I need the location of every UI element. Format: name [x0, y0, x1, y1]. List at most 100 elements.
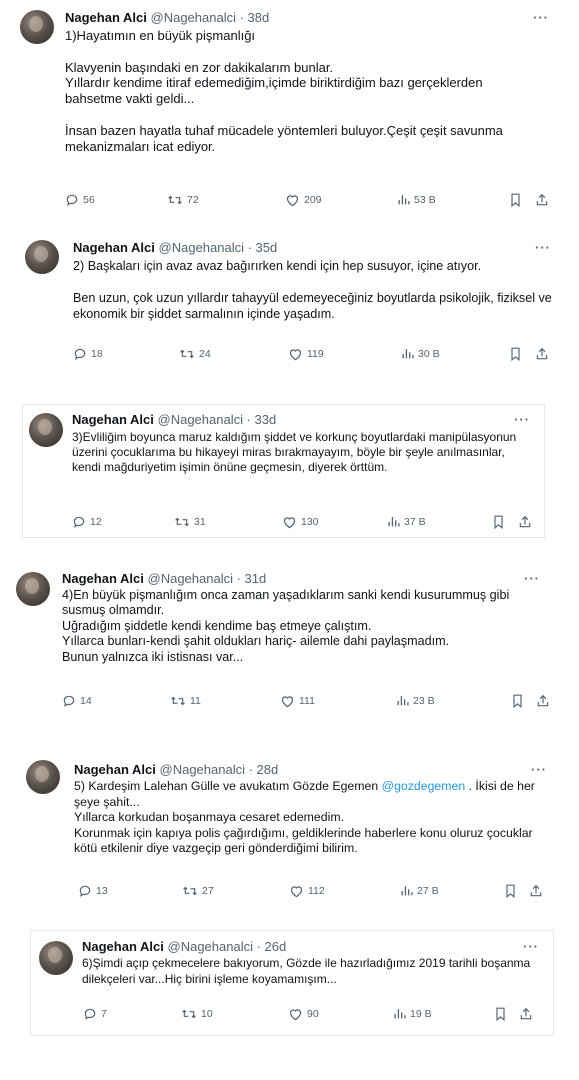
reply-button[interactable]: 7 [83, 1007, 107, 1021]
author-name[interactable]: Nagehan Alci [72, 412, 154, 427]
avatar[interactable] [39, 941, 73, 975]
more-options-icon[interactable]: ··· [535, 240, 551, 255]
views-count: 53 B [414, 193, 436, 206]
timestamp[interactable]: 33d [255, 412, 277, 427]
bookmark-icon[interactable] [494, 1007, 507, 1021]
reply-button[interactable]: 56 [65, 193, 95, 207]
share-icon[interactable] [535, 347, 549, 361]
share-icon[interactable] [536, 694, 550, 708]
action-bar: 7 10 90 19 B [83, 1007, 543, 1023]
timestamp[interactable]: 26d [265, 939, 287, 954]
reply-count: 13 [96, 885, 108, 897]
timestamp[interactable]: 28d [257, 762, 279, 777]
timestamp[interactable]: 31d [245, 571, 267, 586]
repost-button[interactable]: 11 [170, 694, 201, 708]
repost-button[interactable]: 24 [179, 347, 211, 361]
tweet-2[interactable]: Nagehan Alci @Nagehanalci · 35d ··· 2) B… [25, 234, 560, 374]
views-icon [401, 886, 413, 896]
tweet-3[interactable]: Nagehan Alci @Nagehanalci · 33d ··· 3)Ev… [22, 404, 545, 538]
author-name[interactable]: Nagehan Alci [65, 10, 147, 25]
avatar[interactable] [29, 413, 63, 447]
heart-icon [289, 349, 302, 361]
timestamp[interactable]: 38d [248, 10, 270, 25]
tweet-text: 4)En büyük pişmanlığım onca zaman yaşadı… [62, 588, 510, 664]
like-button[interactable]: 111 [280, 694, 315, 708]
tweet-text: 6)Şimdi açıp çekmecelere bakıyorum, Gözd… [82, 956, 531, 986]
author-name[interactable]: Nagehan Alci [73, 240, 155, 255]
more-options-icon[interactable]: ··· [524, 571, 540, 586]
repost-icon [183, 886, 197, 896]
author-handle[interactable]: @Nagehanalci [168, 939, 253, 954]
like-count: 90 [307, 1008, 319, 1020]
views-icon [402, 349, 414, 359]
repost-icon [168, 195, 182, 205]
views-button[interactable]: 37 B [387, 515, 426, 528]
like-button[interactable]: 130 [282, 515, 319, 529]
reply-icon [63, 695, 75, 707]
repost-button[interactable]: 10 [181, 1007, 213, 1021]
author-name[interactable]: Nagehan Alci [74, 762, 156, 777]
more-options-icon[interactable]: ··· [531, 762, 547, 777]
tweet-6[interactable]: Nagehan Alci @Nagehanalci · 26d ··· 6)Şi… [30, 930, 554, 1036]
views-button[interactable]: 27 B [400, 884, 439, 897]
bookmark-icon[interactable] [511, 694, 524, 708]
author-handle[interactable]: @Nagehanalci [159, 240, 244, 255]
bookmark-icon[interactable] [504, 884, 517, 898]
action-bar: 12 31 130 37 B [72, 515, 542, 531]
views-button[interactable]: 23 B [396, 694, 435, 707]
repost-icon [175, 517, 189, 527]
author-name[interactable]: Nagehan Alci [82, 939, 164, 954]
views-icon [388, 517, 400, 527]
tweet-4[interactable]: Nagehan Alci @Nagehanalci · 31d ··· 4)En… [16, 566, 564, 716]
like-count: 111 [299, 695, 315, 707]
avatar[interactable] [26, 760, 60, 794]
separator: · [235, 10, 248, 25]
views-icon [394, 1009, 406, 1019]
like-count: 130 [301, 516, 319, 528]
like-button[interactable]: 119 [288, 347, 324, 361]
like-button[interactable]: 112 [289, 884, 325, 898]
author-handle[interactable]: @Nagehanalci [148, 571, 233, 586]
bookmark-icon[interactable] [509, 193, 522, 207]
share-icon[interactable] [518, 515, 532, 529]
reply-icon [73, 516, 85, 528]
avatar[interactable] [25, 240, 59, 274]
reply-icon [79, 885, 91, 897]
reply-button[interactable]: 13 [78, 884, 108, 898]
author-handle[interactable]: @Nagehanalci [158, 412, 243, 427]
share-icon[interactable] [529, 884, 543, 898]
timestamp[interactable]: 35d [256, 240, 278, 255]
reply-icon [84, 1008, 96, 1020]
mention-link[interactable]: @gozdegemen [382, 779, 466, 793]
tweet-1[interactable]: Nagehan Alci @Nagehanalci · 38d ··· 1)Ha… [20, 6, 560, 216]
reply-button[interactable]: 12 [72, 515, 102, 529]
more-options-icon[interactable]: ··· [514, 412, 530, 427]
share-icon[interactable] [519, 1007, 533, 1021]
avatar[interactable] [16, 572, 50, 606]
separator: · [243, 240, 256, 255]
more-options-icon[interactable]: ··· [523, 939, 539, 954]
share-icon[interactable] [535, 193, 549, 207]
bookmark-icon[interactable] [509, 347, 522, 361]
repost-button[interactable]: 31 [174, 515, 206, 529]
repost-button[interactable]: 27 [182, 884, 214, 898]
reply-button[interactable]: 18 [73, 347, 103, 361]
like-button[interactable]: 90 [288, 1007, 319, 1021]
repost-count: 10 [201, 1008, 213, 1020]
avatar[interactable] [20, 10, 54, 44]
reply-button[interactable]: 14 [62, 694, 92, 708]
views-count: 37 B [404, 515, 426, 528]
author-name[interactable]: Nagehan Alci [62, 571, 144, 586]
views-button[interactable]: 53 B [397, 193, 436, 206]
author-handle[interactable]: @Nagehanalci [160, 762, 245, 777]
views-button[interactable]: 30 B [401, 347, 440, 360]
repost-button[interactable]: 72 [167, 193, 199, 207]
like-button[interactable]: 209 [285, 193, 322, 207]
tweet-text-part: 5) Kardeşim Lalehan Gülle ve avukatım Gö… [74, 779, 382, 793]
author-handle[interactable]: @Nagehanalci [151, 10, 236, 25]
more-options-icon[interactable]: ··· [533, 10, 549, 25]
views-button[interactable]: 19 B [393, 1007, 432, 1020]
tweet-5[interactable]: Nagehan Alci @Nagehanalci · 28d ··· 5) K… [26, 756, 556, 902]
bookmark-icon[interactable] [492, 515, 505, 529]
reply-count: 12 [90, 516, 102, 528]
